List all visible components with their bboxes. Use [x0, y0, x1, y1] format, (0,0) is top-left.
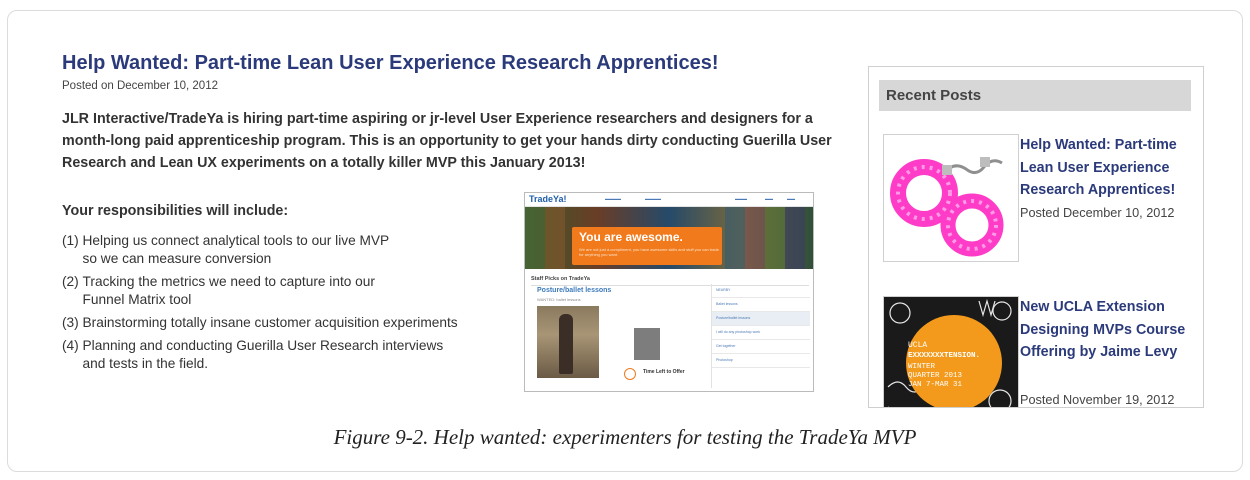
- card-subtitle: WANTED: ballet lessons: [537, 297, 581, 302]
- handcuffs-thumbnail[interactable]: [883, 134, 1019, 262]
- nav-link: ▬▬▬▬: [645, 196, 661, 201]
- screenshot-body: Staff Picks on TradeYa Posture/ballet le…: [531, 276, 810, 388]
- item-text: Brainstorming totally insane customer ac…: [82, 315, 458, 330]
- responsibility-item: (2) Tracking the metrics we need to capt…: [62, 273, 458, 309]
- svg-text:WINTER: WINTER: [908, 363, 936, 371]
- tradeya-logo: TradeYa!: [529, 194, 567, 204]
- svg-text:EXXXXXXXTENSION.: EXXXXXXXTENSION.: [908, 352, 980, 360]
- item-number: (4): [62, 338, 79, 353]
- item-number: (3): [62, 315, 79, 330]
- side-row: Posture/ballet lessons: [712, 312, 810, 326]
- side-row: Ballet lessons: [712, 298, 810, 312]
- recent-post-title[interactable]: Help Wanted: Part-time Lean User Experie…: [1020, 134, 1195, 202]
- side-row: Get together: [712, 340, 810, 354]
- screenshot-hero: You are awesome. We are not just a compl…: [525, 207, 813, 269]
- card-title: Posture/ballet lessons: [537, 287, 612, 294]
- ballet-photo: [537, 306, 599, 378]
- screenshot-sidebar: NEARBY Ballet lessons Posture/ballet les…: [711, 284, 810, 388]
- recent-posts-sidebar: Recent Posts Help Wanted: Part-time Lean…: [868, 66, 1204, 408]
- recent-post-date: Posted November 19, 2012: [1020, 393, 1175, 407]
- nav-link: ▬▬▬: [735, 196, 747, 201]
- svg-text:QUARTER 2013: QUARTER 2013: [908, 372, 963, 380]
- banner-text: We are not just a compliment, you have a…: [579, 247, 719, 257]
- side-row: I will do any photoshop work: [712, 326, 810, 340]
- responsibilities-list: (1) Helping us connect analytical tools …: [62, 232, 458, 378]
- responsibility-item: (1) Helping us connect analytical tools …: [62, 232, 458, 268]
- post-intro: JLR Interactive/TradeYa is hiring part-t…: [62, 111, 832, 171]
- avatar: [634, 328, 660, 360]
- item-text: Tracking the metrics we need to capture …: [82, 274, 375, 307]
- banner-headline: You are awesome.: [579, 230, 683, 244]
- responsibility-item: (4) Planning and conducting Guerilla Use…: [62, 337, 458, 373]
- side-row: NEARBY: [712, 284, 810, 298]
- item-text: Planning and conducting Guerilla User Re…: [82, 338, 444, 371]
- recent-posts-header: Recent Posts: [879, 80, 1191, 111]
- timer-icon: [624, 368, 636, 380]
- nav-link: ▬▬▬▬: [605, 196, 621, 201]
- responsibility-item: (3) Brainstorming totally insane custome…: [62, 314, 458, 332]
- svg-text:UCLA: UCLA: [908, 341, 927, 350]
- side-row: Photoshop: [712, 354, 810, 368]
- post-title[interactable]: Help Wanted: Part-time Lean User Experie…: [62, 52, 719, 75]
- figure-caption: Figure 9-2. Help wanted: experimenters f…: [333, 425, 917, 449]
- item-text: Helping us connect analytical tools to o…: [82, 233, 390, 266]
- ucla-thumbnail[interactable]: UCLA EXXXXXXXTENSION. WINTER QUARTER 201…: [883, 296, 1019, 407]
- recent-post-date: Posted December 10, 2012: [1020, 206, 1175, 220]
- item-number: (2): [62, 274, 79, 289]
- item-number: (1): [62, 233, 79, 248]
- tradeya-screenshot: TradeYa! ▬▬▬▬ ▬▬▬▬ ▬▬▬ ▬▬ ▬▬ You are awe…: [524, 192, 814, 392]
- timer-label: Time Left to Offer: [643, 369, 685, 375]
- responsibilities-heading: Your responsibilities will include:: [62, 203, 289, 219]
- post-date: Posted on December 10, 2012: [62, 80, 218, 92]
- recent-post-title[interactable]: New UCLA Extension Designing MVPs Course…: [1020, 296, 1195, 364]
- nav-link: ▬▬: [787, 196, 795, 201]
- hero-banner: You are awesome. We are not just a compl…: [572, 227, 722, 265]
- screenshot-nav: TradeYa! ▬▬▬▬ ▬▬▬▬ ▬▬▬ ▬▬ ▬▬: [525, 193, 813, 207]
- recent-posts-heading: Recent Posts: [886, 87, 982, 104]
- svg-text:JAN 7-MAR 31: JAN 7-MAR 31: [908, 381, 963, 389]
- nav-link: ▬▬: [765, 196, 773, 201]
